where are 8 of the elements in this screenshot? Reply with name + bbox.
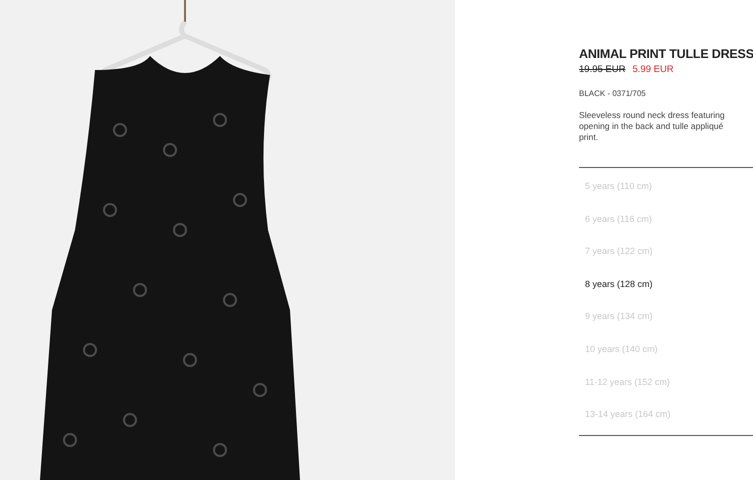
color-reference: BLACK - 0371/705 — [579, 89, 647, 98]
old-price: 19.95 EUR — [579, 64, 626, 75]
description-line: print. — [579, 132, 600, 143]
sale-price: 5.99 EUR — [632, 64, 674, 75]
description-line: opening in the back and tulle appliqué — [579, 121, 724, 132]
description-line: Sleeveless round neck dress featuring — [579, 110, 726, 121]
product-title: ANIMAL PRINT TULLE DRESS — [579, 46, 753, 62]
size-option[interactable]: 8 years (128 cm) — [579, 268, 753, 300]
